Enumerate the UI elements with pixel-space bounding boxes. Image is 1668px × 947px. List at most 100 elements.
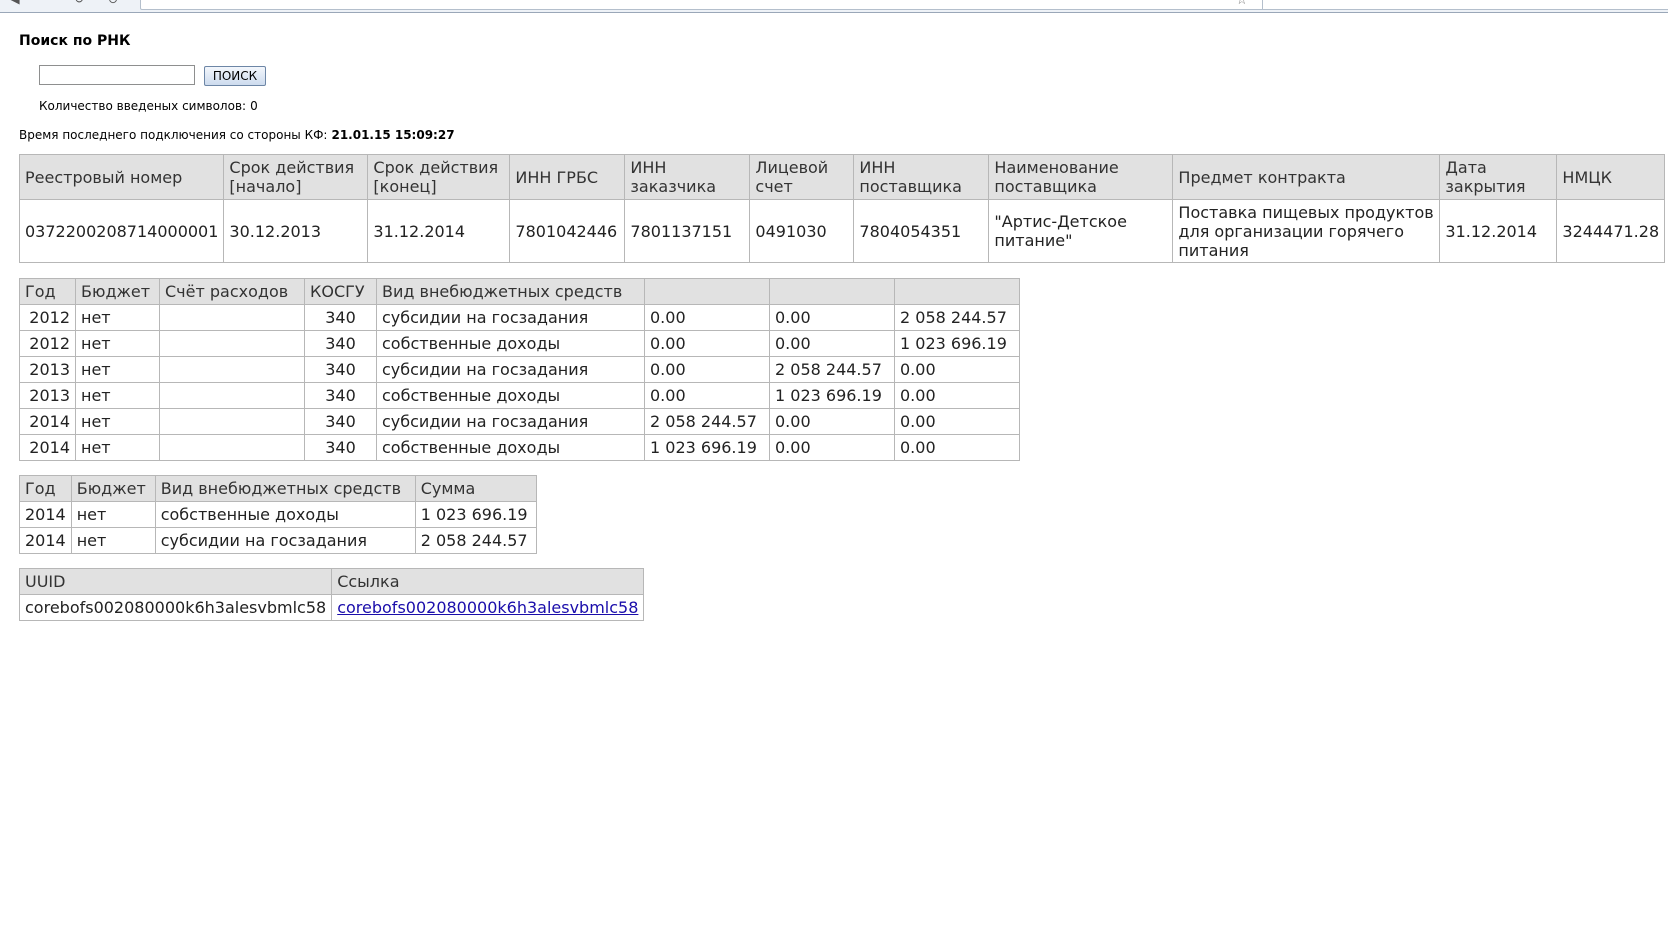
cell-inn-grbs: 7801042446 <box>509 199 626 263</box>
cell-uuid: corebofs002080000k6h3alesvbmlc58 <box>18 594 333 621</box>
cell-fund-type: собственные доходы <box>376 330 645 357</box>
table-header-row: UUID Ссылка <box>18 568 645 595</box>
table-row: 2012 нет 340 собственные доходы 0.00 0.00 1 02… <box>19 330 1020 357</box>
cell-end-date: 31.12.2014 <box>367 199 511 263</box>
cell-fund-type: собственные доходы <box>154 501 416 528</box>
last-connection: Время последнего подключения со стороны … <box>19 128 455 142</box>
cell-fund-type: собственные доходы <box>376 382 645 409</box>
header-kosgu: КОСГУ <box>304 278 377 305</box>
address-bar[interactable] <box>140 0 1267 10</box>
cell-amount-1: 0.00 <box>644 356 770 383</box>
back-icon[interactable]: ◀ <box>8 0 22 6</box>
cell-expense-account <box>159 382 305 409</box>
table-row: 2012 нет 340 субсидии на госзадания 0.00 0.00… <box>19 304 1020 331</box>
cell-link: corebofs002080000k6h3alesvbmlc58 <box>331 594 645 621</box>
last-connection-value: 21.01.15 15:09:27 <box>331 128 455 142</box>
header-year: Год <box>19 475 72 502</box>
table-row: 2014 нет собственные доходы 1 023 696.19 <box>19 501 537 528</box>
table-row: 2014 нет субсидии на госзадания 2 058 244.5… <box>19 527 537 554</box>
header-expense-account: Счёт расходов <box>159 278 305 305</box>
cell-year: 2014 <box>19 434 76 461</box>
cell-budget: нет <box>75 330 160 357</box>
cell-expense-account <box>159 304 305 331</box>
table-row: 2013 нет 340 субсидии на госзадания 0.00 2 05… <box>19 356 1020 383</box>
cell-start-date: 30.12.2013 <box>223 199 369 263</box>
search-input[interactable] <box>39 65 195 85</box>
header-amount-3 <box>894 278 1020 305</box>
cell-amount-1: 1 023 696.19 <box>644 434 770 461</box>
cell-supplier-name: "Артис-Детское питание" <box>988 199 1174 263</box>
header-start-date: Срок действия [начало] <box>223 154 369 200</box>
uuid-table: UUID Ссылка corebofs002080000k6h3alesvbm… <box>18 568 645 621</box>
table-row: 2014 нет 340 субсидии на госзадания 2 058 24… <box>19 408 1020 435</box>
funds-table: Год Бюджет Счёт расходов КОСГУ Вид внебю… <box>19 278 1020 461</box>
sum-table-body: 2014 нет собственные доходы 1 023 696.19 201… <box>19 501 537 554</box>
cell-budget: нет <box>75 408 160 435</box>
cell-amount-1: 2 058 244.57 <box>644 408 770 435</box>
cell-amount-3: 1 023 696.19 <box>894 330 1020 357</box>
cell-budget: нет <box>75 434 160 461</box>
header-inn-supplier: ИНН поставщика <box>853 154 990 200</box>
cell-kosgu: 340 <box>304 356 377 383</box>
cell-kosgu: 340 <box>304 304 377 331</box>
globe-icon: ⊙ <box>106 0 120 6</box>
table-header-row: Реестровый номер Срок действия [начало] … <box>18 154 1666 200</box>
cell-fund-type: собственные доходы <box>376 434 645 461</box>
char-count-label: Количество введеных символов: <box>39 99 247 113</box>
uuid-link[interactable]: corebofs002080000k6h3alesvbmlc58 <box>337 598 638 617</box>
header-link: Ссылка <box>331 568 645 595</box>
search-button[interactable]: ПОИСК <box>204 66 266 86</box>
cell-expense-account <box>159 408 305 435</box>
cell-budget: нет <box>70 527 156 554</box>
header-supplier-name: Наименование поставщика <box>988 154 1174 200</box>
cell-kosgu: 340 <box>304 330 377 357</box>
header-registry-number: Реестровый номер <box>18 154 225 200</box>
header-fund-type: Вид внебюджетных средств <box>154 475 416 502</box>
reload-icon[interactable]: ↻ <box>72 0 86 6</box>
cell-sum: 1 023 696.19 <box>414 501 537 528</box>
cell-amount-1: 0.00 <box>644 382 770 409</box>
cell-fund-type: субсидии на госзадания <box>376 408 645 435</box>
header-amount-2 <box>769 278 895 305</box>
cell-sum: 2 058 244.57 <box>414 527 537 554</box>
cell-amount-3: 0.00 <box>894 382 1020 409</box>
cell-amount-2: 0.00 <box>769 304 895 331</box>
header-nmck: НМЦК <box>1556 154 1666 200</box>
cell-close-date: 31.12.2014 <box>1439 199 1558 263</box>
header-subject: Предмет контракта <box>1172 154 1441 200</box>
cell-year: 2014 <box>19 408 76 435</box>
cell-budget: нет <box>75 382 160 409</box>
header-budget: Бюджет <box>75 278 160 305</box>
header-close-date: Дата закрытия <box>1439 154 1558 200</box>
char-count-value: 0 <box>250 99 258 113</box>
bookmark-star-icon[interactable]: ☆ <box>1236 0 1248 8</box>
cell-amount-2: 2 058 244.57 <box>769 356 895 383</box>
cell-year: 2012 <box>19 304 76 331</box>
cell-fund-type: субсидии на госзадания <box>376 304 645 331</box>
header-year: Год <box>19 278 76 305</box>
table-header-row: Год Бюджет Счёт расходов КОСГУ Вид внебю… <box>19 278 1020 305</box>
cell-inn-supplier: 7804054351 <box>853 199 990 263</box>
cell-amount-3: 0.00 <box>894 408 1020 435</box>
cell-account: 0491030 <box>749 199 855 263</box>
header-account: Лицевой счет <box>749 154 855 200</box>
search-bar[interactable] <box>1262 0 1668 10</box>
cell-budget: нет <box>70 501 156 528</box>
contract-table: Реестровый номер Срок действия [начало] … <box>18 154 1666 263</box>
funds-table-body: 2012 нет 340 субсидии на госзадания 0.00 0.00… <box>19 304 1020 461</box>
cell-amount-2: 0.00 <box>769 408 895 435</box>
last-connection-label: Время последнего подключения со стороны … <box>19 128 328 142</box>
sum-table: Год Бюджет Вид внебюджетных средств Сумм… <box>19 475 537 554</box>
table-row: 2013 нет 340 собственные доходы 0.00 1 023 69… <box>19 382 1020 409</box>
cell-expense-account <box>159 434 305 461</box>
cell-amount-2: 0.00 <box>769 434 895 461</box>
cell-amount-3: 0.00 <box>894 434 1020 461</box>
cell-fund-type: субсидии на госзадания <box>154 527 416 554</box>
cell-kosgu: 340 <box>304 382 377 409</box>
cell-inn-customer: 7801137151 <box>624 199 751 263</box>
header-amount-1 <box>644 278 770 305</box>
header-budget: Бюджет <box>70 475 156 502</box>
cell-subject: Поставка пищевых продуктов для организац… <box>1172 199 1441 263</box>
cell-year: 2013 <box>19 382 76 409</box>
cell-year: 2014 <box>19 527 72 554</box>
